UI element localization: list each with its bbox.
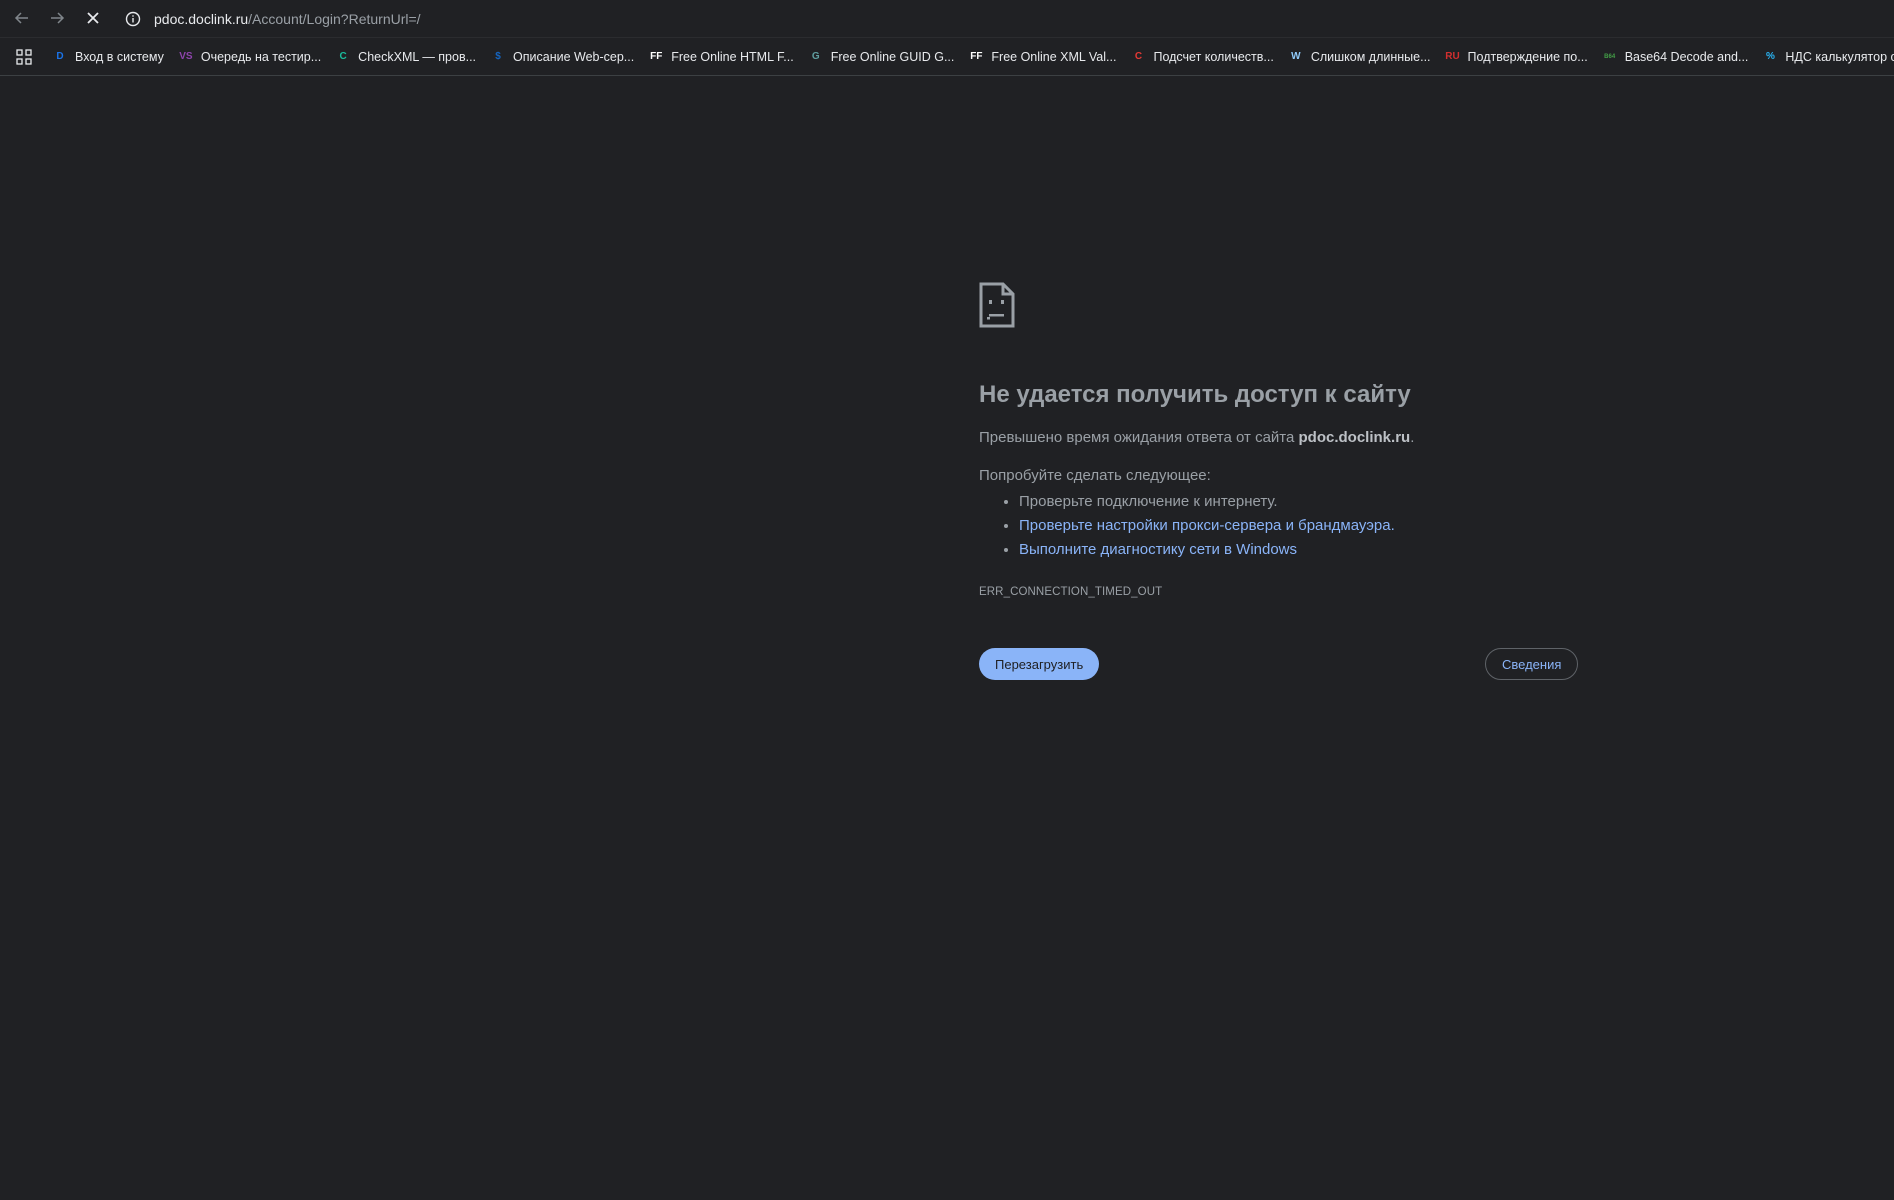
suggestions-title: Попробуйте сделать следующее: bbox=[979, 467, 1211, 485]
sad-document-icon bbox=[979, 282, 1015, 328]
bookmark-label: CheckXML — пров... bbox=[358, 49, 477, 64]
bookmark-item[interactable]: G Free Online GUID G... bbox=[802, 43, 963, 71]
bookmark-label: НДС калькулятор о... bbox=[1785, 49, 1894, 64]
stop-button[interactable] bbox=[80, 5, 106, 31]
button-row: Перезагрузить Сведения bbox=[979, 648, 1579, 684]
url-path: /Account/Login?ReturnUrl=/ bbox=[248, 11, 421, 27]
bookmark-item[interactable]: B64 Base64 Decode and... bbox=[1596, 43, 1757, 71]
bookmark-item[interactable]: W Слишком длинные... bbox=[1282, 43, 1439, 71]
arrow-right-icon bbox=[51, 12, 65, 24]
bookmark-label: Очередь на тестир... bbox=[200, 49, 322, 64]
bookmark-favicon-icon: FF bbox=[970, 51, 983, 62]
bookmark-label: Free Online XML Val... bbox=[991, 49, 1117, 64]
browser-toolbar: pdoc.doclink.ru/Account/Login?ReturnUrl=… bbox=[0, 0, 1894, 38]
bookmark-label: Free Online GUID G... bbox=[830, 49, 955, 64]
error-page: Не удается получить доступ к сайту Превы… bbox=[979, 282, 1579, 684]
bookmark-favicon-icon: B64 bbox=[1604, 53, 1616, 60]
bookmark-item[interactable]: VS Очередь на тестир... bbox=[172, 43, 329, 71]
suggestion-item: Выполните диагностику сети в Windows bbox=[1019, 538, 1579, 562]
back-button[interactable] bbox=[9, 5, 35, 31]
bookmark-label: Free Online HTML F... bbox=[671, 49, 794, 64]
suggestion-text: Проверьте подключение к интернету. bbox=[1019, 493, 1278, 511]
bookmark-item[interactable]: $ Описание Web-сер... bbox=[484, 43, 642, 71]
url-text: pdoc.doclink.ru/Account/Login?ReturnUrl=… bbox=[154, 11, 421, 27]
bookmark-label: Base64 Decode and... bbox=[1624, 49, 1749, 64]
error-description-text: Превышено время ожидания ответа от сайта bbox=[979, 428, 1295, 446]
suggestion-item: Проверьте настройки прокси-сервера и бра… bbox=[1019, 514, 1579, 538]
bookmark-favicon-icon: RU bbox=[1445, 51, 1460, 62]
error-code: ERR_CONNECTION_TIMED_OUT bbox=[979, 586, 1163, 599]
bookmark-favicon-icon: D bbox=[56, 51, 64, 62]
bookmark-favicon-icon: W bbox=[1291, 51, 1301, 62]
close-icon bbox=[87, 12, 99, 24]
bookmark-favicon-icon: % bbox=[1765, 51, 1775, 62]
bookmark-item[interactable]: C Подсчет количеств... bbox=[1124, 43, 1281, 71]
bookmark-favicon-icon: $ bbox=[495, 51, 501, 62]
bookmark-favicon-icon: C bbox=[339, 51, 347, 62]
bookmark-item[interactable]: % НДС калькулятор о... bbox=[1756, 43, 1894, 71]
error-host: pdoc.doclink.ru bbox=[1298, 428, 1411, 446]
bookmark-favicon-icon: FF bbox=[650, 51, 663, 62]
suggestions-list: Проверьте подключение к интернету. Провер… bbox=[979, 490, 1579, 562]
bookmark-item[interactable]: D Вход в систему bbox=[46, 43, 172, 71]
apps-grid-icon bbox=[16, 48, 32, 65]
site-info-button[interactable] bbox=[122, 8, 144, 30]
bookmark-label: Слишком длинные... bbox=[1310, 49, 1431, 64]
arrow-left-icon bbox=[14, 12, 28, 24]
bookmark-item[interactable]: RU Подтверждение по... bbox=[1439, 43, 1596, 71]
bookmark-favicon-icon: VS bbox=[179, 51, 193, 62]
reload-button[interactable]: Перезагрузить bbox=[979, 648, 1100, 681]
info-icon bbox=[125, 11, 141, 27]
bookmark-favicon-icon: C bbox=[1134, 51, 1143, 62]
bookmark-label: Вход в систему bbox=[75, 49, 164, 64]
suggestion-link[interactable]: Выполните диагностику сети в Windows bbox=[1019, 541, 1297, 558]
bookmark-item[interactable]: C CheckXML — пров... bbox=[329, 43, 484, 71]
suggestion-item: Проверьте подключение к интернету. bbox=[1019, 490, 1579, 514]
forward-button[interactable] bbox=[44, 5, 70, 31]
details-button[interactable]: Сведения bbox=[1485, 648, 1579, 681]
bookmark-favicon-icon: G bbox=[811, 51, 820, 62]
bookmark-item[interactable]: FF Free Online XML Val... bbox=[962, 43, 1124, 71]
error-title: Не удается получить доступ к сайту bbox=[979, 381, 1411, 408]
bookmark-label: Подтверждение по... bbox=[1467, 49, 1588, 64]
error-description: Превышено время ожидания ответа от сайта… bbox=[979, 428, 1415, 446]
url-host: pdoc.doclink.ru bbox=[154, 11, 249, 27]
bookmarks-bar: D Вход в систему VS Очередь на тестир... C Ch… bbox=[0, 38, 1894, 76]
bookmark-item[interactable]: FF Free Online HTML F... bbox=[642, 43, 802, 71]
apps-button[interactable] bbox=[16, 46, 32, 68]
bookmark-label: Подсчет количеств... bbox=[1153, 49, 1274, 64]
suggestion-link[interactable]: Проверьте настройки прокси-сервера и бра… bbox=[1019, 517, 1395, 534]
address-bar[interactable]: pdoc.doclink.ru/Account/Login?ReturnUrl=… bbox=[122, 4, 1882, 34]
bookmark-label: Описание Web-сер... bbox=[513, 49, 635, 64]
